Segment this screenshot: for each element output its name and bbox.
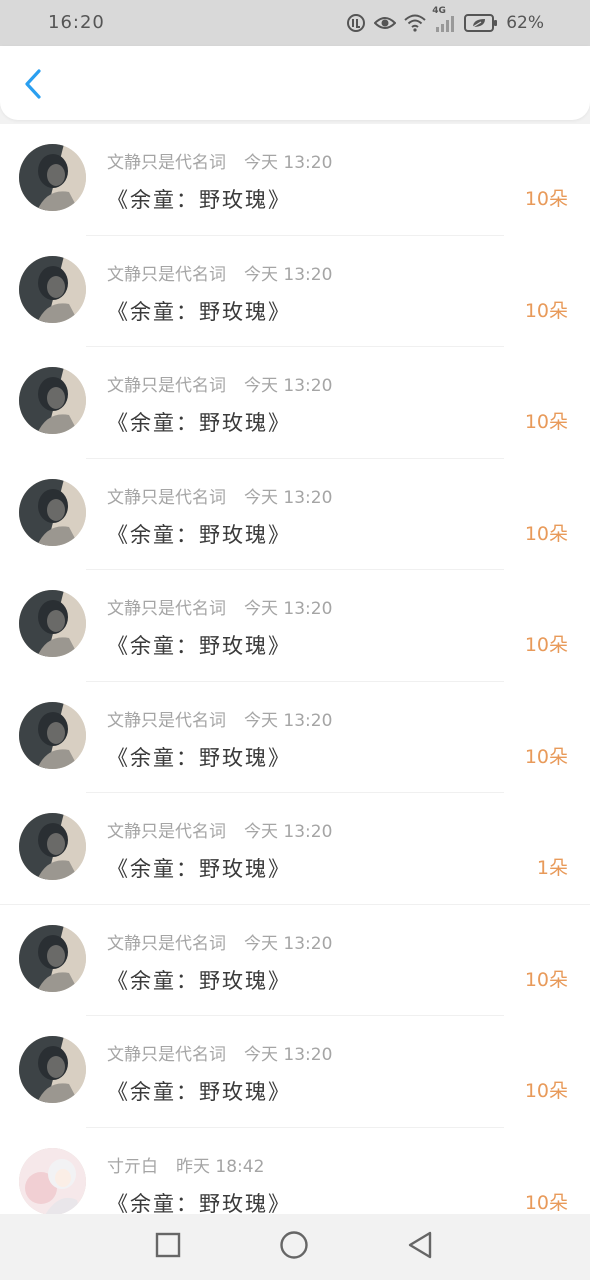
flower-count: 10朵 [524, 634, 568, 656]
recent-apps-button[interactable] [151, 1230, 185, 1264]
list-item[interactable]: 文静只是代名词 今天 13:20 《余童：野玫瑰》 10朵 [0, 347, 590, 459]
user-name[interactable]: 文静只是代名词 [107, 265, 226, 285]
network-type: 4G [432, 6, 446, 16]
item-title: 《余童：野玫瑰》 [107, 411, 291, 435]
avatar[interactable] [19, 813, 86, 880]
avatar[interactable] [19, 1147, 86, 1214]
flower-count: 10朵 [524, 188, 568, 210]
list-item[interactable]: 文静只是代名词 今天 13:20 《余童：野玫瑰》 10朵 [0, 124, 590, 236]
item-title: 《余童：野玫瑰》 [107, 188, 291, 212]
item-meta: 文静只是代名词 今天 13:20 [107, 1040, 332, 1065]
eye-icon [374, 15, 397, 31]
nav-back-button[interactable] [403, 1230, 437, 1264]
item-time: 昨天 18:42 [176, 1156, 265, 1177]
avatar[interactable] [19, 144, 86, 211]
flower-count: 1朵 [536, 857, 568, 879]
square-icon [155, 1232, 181, 1262]
user-name[interactable]: 文静只是代名词 [107, 822, 226, 842]
battery-percent: 62% [506, 13, 544, 33]
avatar[interactable] [19, 701, 86, 769]
item-title: 《余童：野玫瑰》 [107, 522, 291, 547]
flower-count: 10朵 [524, 745, 568, 768]
flower-count: 10朵 [524, 968, 568, 991]
item-time: 今天 13:20 [244, 822, 333, 842]
item-meta: 文静只是代名词 今天 13:20 [107, 929, 332, 954]
item-time: 今天 13:20 [244, 376, 333, 396]
user-name[interactable]: 寸亓白 [107, 1157, 158, 1177]
item-time: 今天 13:20 [244, 599, 333, 619]
back-button[interactable] [16, 66, 50, 106]
avatar[interactable] [19, 478, 86, 546]
item-time: 今天 13:20 [244, 264, 333, 285]
wifi-icon [404, 14, 426, 32]
avatar[interactable] [19, 590, 86, 657]
list-item[interactable]: 文静只是代名词 今天 13:20 《余童：野玫瑰》 10朵 [0, 459, 590, 570]
item-title: 《余童：野玫瑰》 [107, 634, 291, 658]
item-meta: 文静只是代名词 今天 13:20 [107, 483, 332, 508]
flower-count: 10朵 [524, 299, 568, 322]
item-meta: 文静只是代名词 今天 13:20 [107, 817, 332, 842]
gift-record-list: 文静只是代名词 今天 13:20 《余童：野玫瑰》 10朵 文静只是代名词 今天 13:2… [0, 124, 590, 1214]
flower-count: 10朵 [524, 522, 568, 545]
avatar[interactable] [19, 924, 86, 992]
status-bar: 16:20 4G 62% [0, 0, 590, 46]
status-time: 16:20 [48, 12, 105, 33]
list-item[interactable]: 文静只是代名词 今天 13:20 《余童：野玫瑰》 10朵 [0, 682, 590, 793]
home-button[interactable] [277, 1230, 311, 1264]
item-title: 《余童：野玫瑰》 [107, 968, 291, 993]
list-item[interactable]: 文静只是代名词 今天 13:20 《余童：野玫瑰》 10朵 [0, 570, 590, 682]
item-meta: 文静只是代名词 今天 13:20 [107, 260, 332, 285]
user-name[interactable]: 文静只是代名词 [107, 934, 226, 954]
item-title: 《余童：野玫瑰》 [107, 299, 291, 324]
user-name[interactable]: 文静只是代名词 [107, 376, 226, 396]
avatar[interactable] [19, 255, 86, 323]
user-name[interactable]: 文静只是代名词 [107, 599, 226, 619]
item-time: 今天 13:20 [244, 710, 333, 731]
user-name[interactable]: 文静只是代名词 [107, 711, 226, 731]
item-time: 今天 13:20 [244, 487, 333, 508]
item-meta: 文静只是代名词 今天 13:20 [107, 148, 332, 173]
chevron-left-icon [23, 68, 43, 104]
item-meta: 寸亓白 昨天 18:42 [107, 1152, 264, 1177]
list-item[interactable]: 文静只是代名词 今天 13:20 《余童：野玫瑰》 1朵 [0, 793, 590, 905]
list-item[interactable]: 文静只是代名词 今天 13:20 《余童：野玫瑰》 10朵 [0, 905, 590, 1016]
item-meta: 文静只是代名词 今天 13:20 [107, 371, 332, 396]
sync-icon [346, 13, 366, 33]
item-title: 《余童：野玫瑰》 [107, 857, 291, 881]
user-name[interactable]: 文静只是代名词 [107, 1045, 226, 1065]
flower-count: 10朵 [524, 411, 568, 433]
avatar[interactable] [19, 1036, 86, 1103]
item-title: 《余童：野玫瑰》 [107, 1191, 291, 1215]
status-icons: 4G 62% [346, 6, 544, 36]
system-nav-bar [0, 1214, 590, 1280]
page-header [0, 46, 590, 120]
list-item[interactable]: 文静只是代名词 今天 13:20 《余童：野玫瑰》 10朵 [0, 1016, 590, 1128]
item-meta: 文静只是代名词 今天 13:20 [107, 594, 332, 619]
item-meta: 文静只是代名词 今天 13:20 [107, 706, 332, 731]
list-item[interactable]: 寸亓白 昨天 18:42 《余童：野玫瑰》 10朵 [0, 1128, 590, 1215]
item-time: 今天 13:20 [244, 933, 333, 954]
avatar[interactable] [19, 367, 86, 434]
flower-count: 10朵 [524, 1191, 568, 1214]
user-name[interactable]: 文静只是代名词 [107, 153, 226, 173]
triangle-back-icon [406, 1230, 434, 1264]
item-time: 今天 13:20 [244, 1045, 333, 1065]
list-item[interactable]: 文静只是代名词 今天 13:20 《余童：野玫瑰》 10朵 [0, 236, 590, 347]
item-title: 《余童：野玫瑰》 [107, 1080, 291, 1104]
user-name[interactable]: 文静只是代名词 [107, 488, 226, 508]
circle-icon [279, 1230, 309, 1264]
battery-icon [464, 14, 498, 32]
item-time: 今天 13:20 [244, 153, 333, 173]
item-title: 《余童：野玫瑰》 [107, 745, 291, 770]
signal-icon: 4G [432, 6, 456, 32]
flower-count: 10朵 [524, 1080, 568, 1102]
